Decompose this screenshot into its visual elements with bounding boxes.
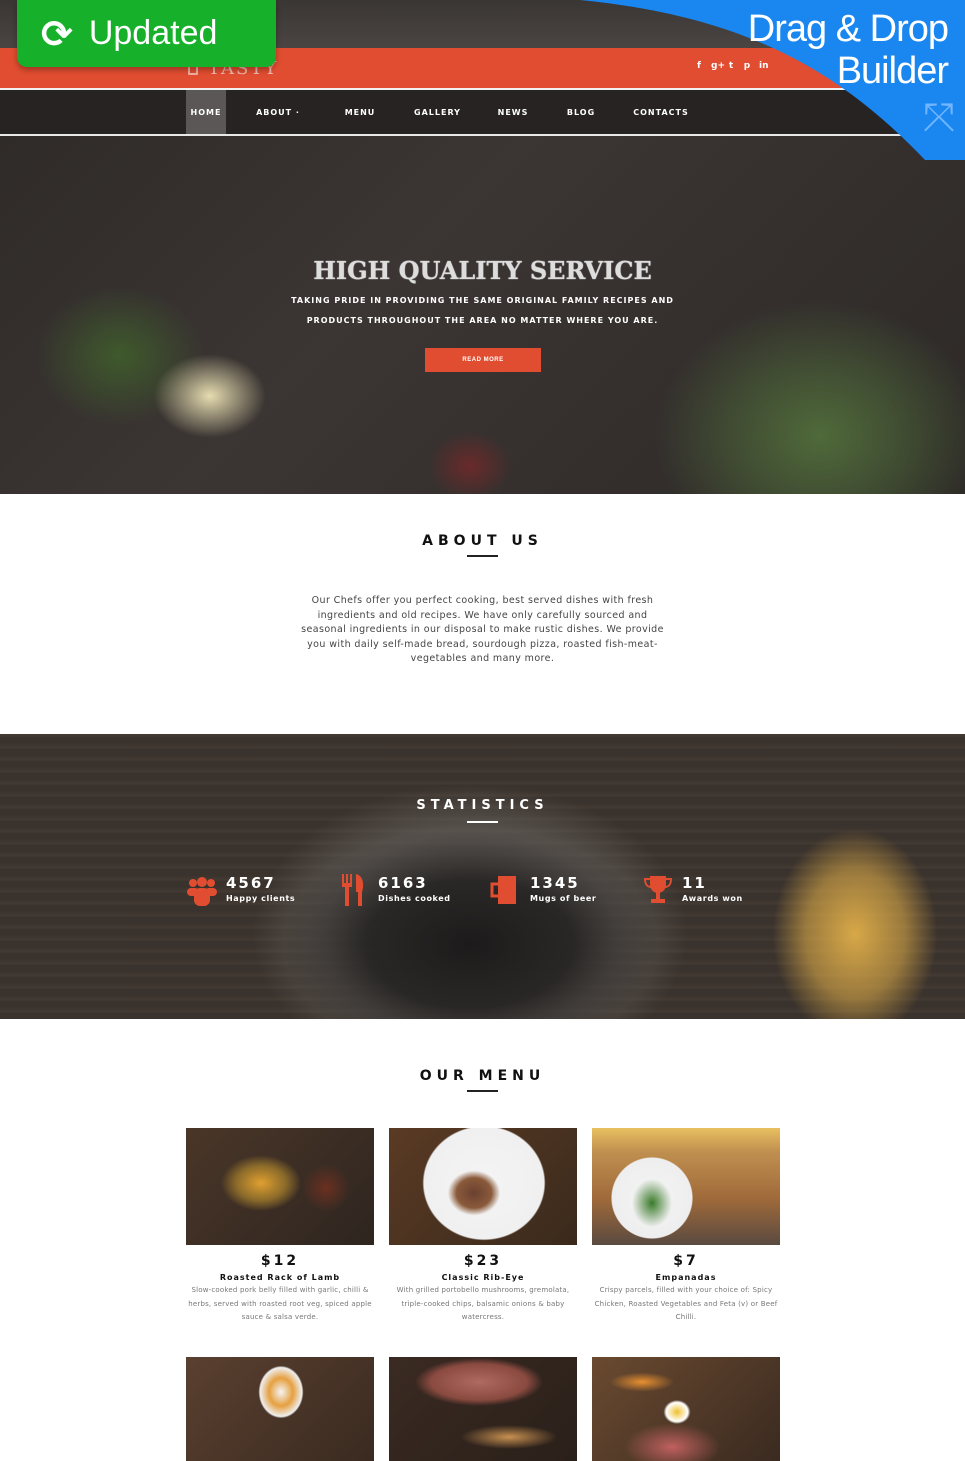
stat-value: 11 <box>682 874 707 892</box>
dish-image[interactable] <box>389 1128 577 1245</box>
stat-item: 6163 Dishes cooked <box>338 874 451 906</box>
stat-label: Happy clients <box>226 894 296 903</box>
menu-item[interactable]: $23 Classic Rib-Eye With grilled portobe… <box>389 1128 577 1325</box>
users-icon <box>186 874 218 906</box>
hero-subtitle-line2: PRODUCTS THROUGHOUT THE AREA NO MATTER W… <box>306 316 659 325</box>
stat-item: 4567 Happy clients <box>186 874 295 906</box>
stat-item: 11 Awards won <box>642 874 743 906</box>
dish-name: Empanadas <box>655 1273 717 1282</box>
stat-item: 1345 Mugs of beer <box>490 874 596 906</box>
menu-item[interactable]: $12 Roasted Rack of Lamb Slow-cooked por… <box>186 1128 374 1325</box>
nav-gallery[interactable]: GALLERY <box>390 90 485 134</box>
menu-title: OUR MENU <box>419 1068 546 1084</box>
read-more-button[interactable]: READ MORE <box>425 348 541 372</box>
nav-home[interactable]: HOME <box>186 90 226 134</box>
dish-name: Classic Rib-Eye <box>441 1273 525 1282</box>
dish-image[interactable] <box>186 1357 374 1461</box>
statistics-divider <box>467 821 498 823</box>
dish-description: Crispy parcels, filled with your choice … <box>594 1286 778 1321</box>
nav-about[interactable]: ABOUT · <box>226 90 330 134</box>
hero-section: HIGH QUALITY SERVICE TAKING PRIDE IN PRO… <box>0 136 965 494</box>
builder-line1: Drag & Drop <box>747 8 949 50</box>
about-text: Our Chefs offer you perfect cooking, bes… <box>301 595 664 665</box>
dish-description: Slow-cooked pork belly filled with garli… <box>188 1286 372 1321</box>
updated-label: Updated <box>88 14 218 52</box>
stat-value: 6163 <box>378 874 428 892</box>
dish-description: With grilled portobello mushrooms, gremo… <box>396 1286 570 1321</box>
builder-line2: Builder <box>836 50 949 92</box>
fork-knife-icon <box>338 874 370 906</box>
dish-image[interactable] <box>592 1128 780 1245</box>
beer-mug-icon <box>490 874 522 906</box>
stat-value: 1345 <box>530 874 580 892</box>
stat-label: Awards won <box>682 894 743 903</box>
about-title: ABOUT US <box>422 533 543 549</box>
hero-subtitle-line1: TAKING PRIDE IN PROVIDING THE SAME ORIGI… <box>291 296 674 305</box>
statistics-title: STATISTICS <box>416 798 549 813</box>
stat-label: Mugs of beer <box>530 894 597 903</box>
dish-image[interactable] <box>592 1357 780 1461</box>
trophy-icon <box>642 874 674 906</box>
stat-label: Dishes cooked <box>378 894 451 903</box>
dish-name: Roasted Rack of Lamb <box>219 1273 341 1282</box>
about-divider <box>467 555 498 557</box>
statistics-section: STATISTICS 4567 Happy clients 6163 Dishe… <box>0 734 965 1019</box>
refresh-icon: ⟳ <box>41 11 73 56</box>
move-arrows-icon: ⤧ <box>923 95 955 141</box>
hero-title: HIGH QUALITY SERVICE <box>313 256 652 285</box>
stat-value: 4567 <box>226 874 276 892</box>
nav-news[interactable]: NEWS <box>485 90 541 134</box>
dish-price: $12 <box>260 1253 300 1269</box>
menu-divider <box>467 1090 498 1092</box>
dish-price: $23 <box>463 1253 503 1269</box>
dish-image[interactable] <box>389 1357 577 1461</box>
updated-badge: ⟳ Updated <box>17 0 276 67</box>
dish-price: $7 <box>673 1253 699 1269</box>
dish-image[interactable] <box>186 1128 374 1245</box>
menu-item[interactable]: $7 Empanadas Crispy parcels, filled with… <box>592 1128 780 1325</box>
nav-menu[interactable]: MENU <box>330 90 390 134</box>
drag-drop-builder-badge: Drag & Drop Builder ⤧ <box>580 0 965 160</box>
